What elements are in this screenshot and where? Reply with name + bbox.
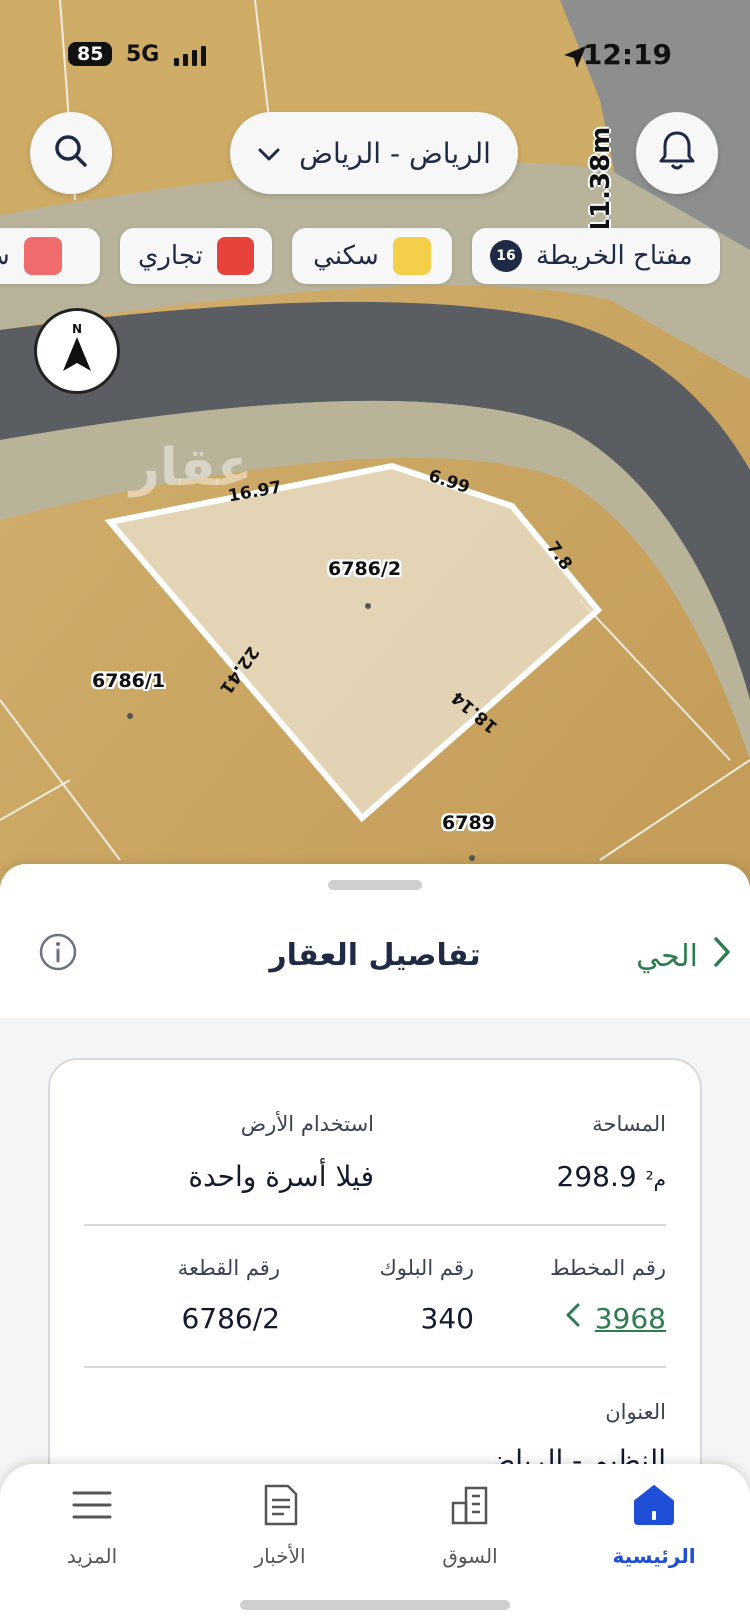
plot-label-bottom: 6789 [442,812,495,834]
area-number: 298.9 [556,1160,637,1193]
chip-label: تجاري [138,241,203,271]
block-number-label: رقم البلوك [379,1256,474,1280]
residential-swatch [392,237,431,275]
news-document-icon [210,1478,350,1532]
area-unit: م² [645,1167,666,1191]
network-type: 5G [126,42,160,67]
building-icon [400,1478,540,1532]
neighborhood-back-button[interactable]: الحي [636,936,732,976]
location-label: الرياض - الرياض [299,136,491,170]
notifications-button[interactable] [636,112,718,194]
chip-other[interactable]: ش [0,228,100,284]
chevron-left-icon [565,1302,581,1335]
map-legend-chips: 16 مفتاح الخريطة سكني تجاري ش [0,228,750,284]
back-link-label: الحي [636,938,698,974]
battery-indicator: 85 [68,42,113,66]
chip-map-key[interactable]: 16 مفتاح الخريطة [472,228,720,284]
chevron-down-icon [257,137,281,170]
map-key-count-badge: 16 [490,240,522,272]
tab-home-label: الرئيسية [612,1544,696,1568]
sheet-header: تفاصيل العقار الحي [0,898,750,1018]
tab-news-label: الأخبار [254,1544,306,1568]
plot-label-main: 6786/2 [328,558,402,580]
chevron-right-icon [712,936,732,976]
home-icon [584,1478,724,1532]
bell-icon [657,129,697,177]
land-use-label: استخدام الأرض [240,1112,374,1136]
compass-letter: N [72,322,82,336]
map-view[interactable]: عقار 6786/2 6786/1 6789 16.97 6.99 7.8 2… [0,0,750,900]
tab-more-label: المزيد [66,1544,118,1568]
plot-number-label: رقم القطعة [177,1256,280,1280]
signal-icon [172,44,214,72]
area-value: م² 298.9 [557,1160,667,1193]
commercial-swatch [216,237,254,275]
divider [84,1366,666,1368]
compass-icon: N [37,322,117,395]
location-selector[interactable]: الرياض - الرياض [230,112,518,194]
menu-icon [22,1478,162,1532]
plot-label-left: 6786/1 [92,670,166,692]
plan-number-value: 3968 [594,1302,666,1335]
block-number-value: 340 [420,1302,474,1335]
chip-label: سكني [313,241,379,271]
chip-label: ش [0,241,10,271]
tab-news[interactable]: الأخبار [210,1478,350,1568]
sheet-drag-handle[interactable] [328,880,422,890]
chip-commercial[interactable]: تجاري [120,228,272,284]
bottom-tab-bar: الرئيسية السوق الأخبار المزيد [0,1464,750,1624]
home-indicator [240,1600,510,1610]
divider [84,1224,666,1226]
plan-number-link[interactable]: 3968 [565,1302,666,1335]
status-bar: 85 5G 12:19 [0,30,750,80]
address-label: العنوان [605,1400,666,1424]
other-swatch [23,237,62,275]
plot-number-value: 6786/2 [181,1302,280,1335]
chip-label: مفتاح الخريطة [536,241,693,271]
clock: 12:19 [582,38,672,71]
tab-home[interactable]: الرئيسية [584,1478,724,1568]
search-button[interactable] [30,112,112,194]
tab-more[interactable]: المزيد [22,1478,162,1568]
chip-residential[interactable]: سكني [292,228,452,284]
land-use-value: فيلا أسرة واحدة [188,1160,374,1193]
area-label: المساحة [592,1112,666,1136]
scale-label: 11.38m [586,126,616,236]
plan-number-label: رقم المخطط [550,1256,666,1280]
tab-market-label: السوق [442,1544,498,1568]
tab-market[interactable]: السوق [400,1478,540,1568]
search-icon [51,131,91,175]
compass-button[interactable]: N [34,308,120,394]
